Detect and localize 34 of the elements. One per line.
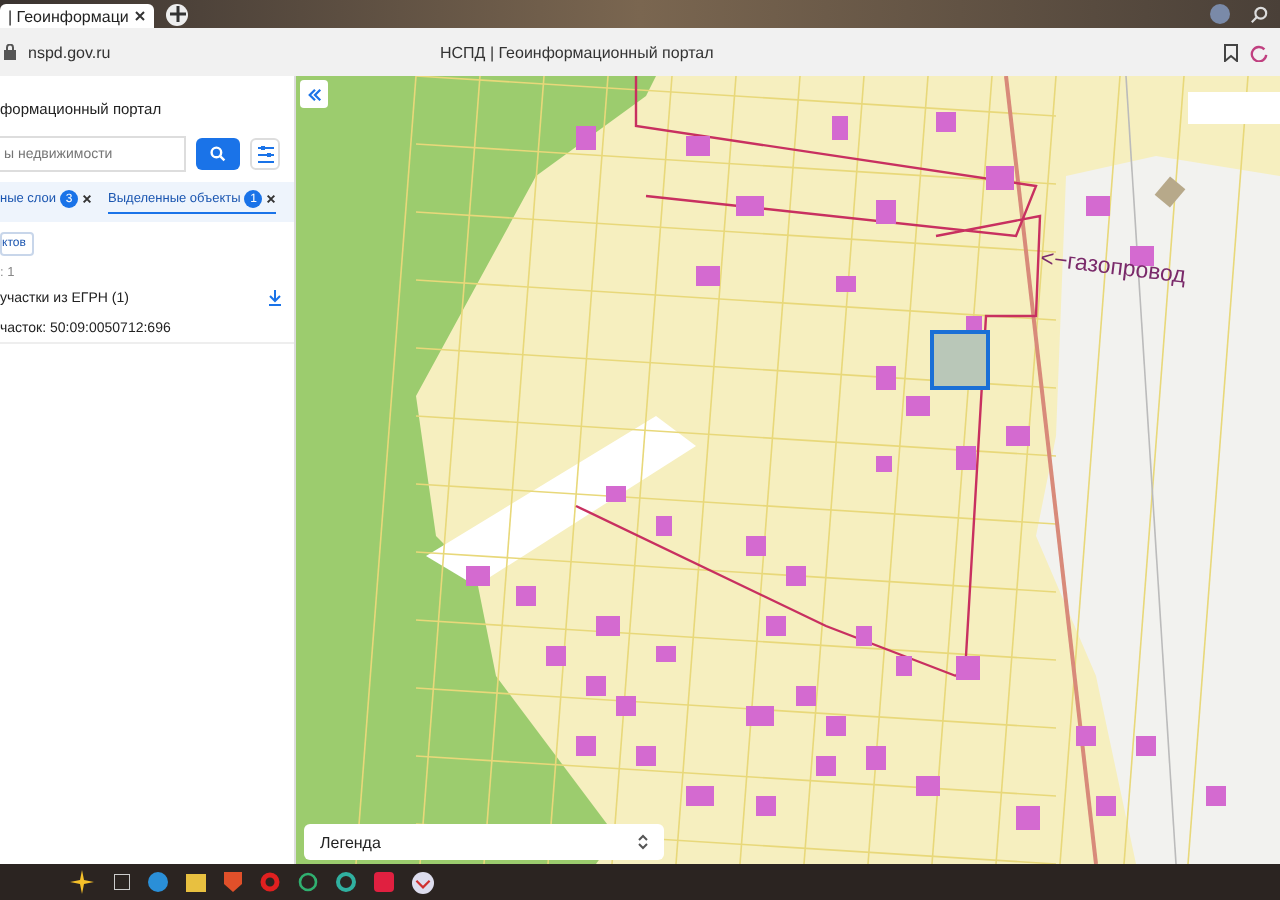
map-annotation: <−газопровод (1039, 247, 1187, 289)
double-chevron-icon (307, 87, 321, 101)
circle-icon[interactable] (336, 872, 356, 892)
legend-dropdown[interactable]: Легенда (304, 824, 664, 860)
bookmark-icon[interactable] (1224, 43, 1238, 61)
circle-icon[interactable] (298, 872, 318, 892)
search-icon[interactable] (1250, 5, 1268, 23)
folder-icon[interactable] (186, 873, 206, 891)
shield-icon[interactable] (224, 872, 242, 892)
url-text[interactable]: nspd.gov.ru (28, 43, 428, 61)
download-icon[interactable] (268, 290, 282, 306)
plus-icon (169, 6, 186, 22)
filter-icon (257, 145, 273, 163)
new-tab-button[interactable] (166, 3, 189, 25)
lock-icon (4, 44, 16, 60)
browser-icon[interactable] (148, 872, 168, 892)
browser-tab[interactable]: | Геоинформаци (0, 4, 155, 28)
search-icon (210, 146, 226, 162)
close-icon[interactable] (82, 194, 93, 204)
map-overlay-panel (1188, 92, 1280, 124)
app-icon[interactable] (374, 872, 394, 892)
filter-button[interactable] (250, 138, 280, 170)
profile-icon[interactable] (1210, 4, 1230, 24)
close-icon[interactable] (266, 194, 277, 204)
sparkle-icon[interactable] (68, 870, 96, 894)
close-icon[interactable] (134, 10, 147, 22)
search-button[interactable] (196, 138, 240, 170)
ring-icon[interactable] (260, 872, 280, 892)
refresh-icon[interactable] (1250, 43, 1268, 61)
collapse-button[interactable] (300, 80, 328, 108)
page-title: НСПД | Геоинформационный портал (440, 43, 716, 61)
task-view-icon[interactable] (114, 874, 130, 890)
mail-app-icon[interactable] (412, 871, 434, 893)
caret-icon (638, 834, 648, 850)
